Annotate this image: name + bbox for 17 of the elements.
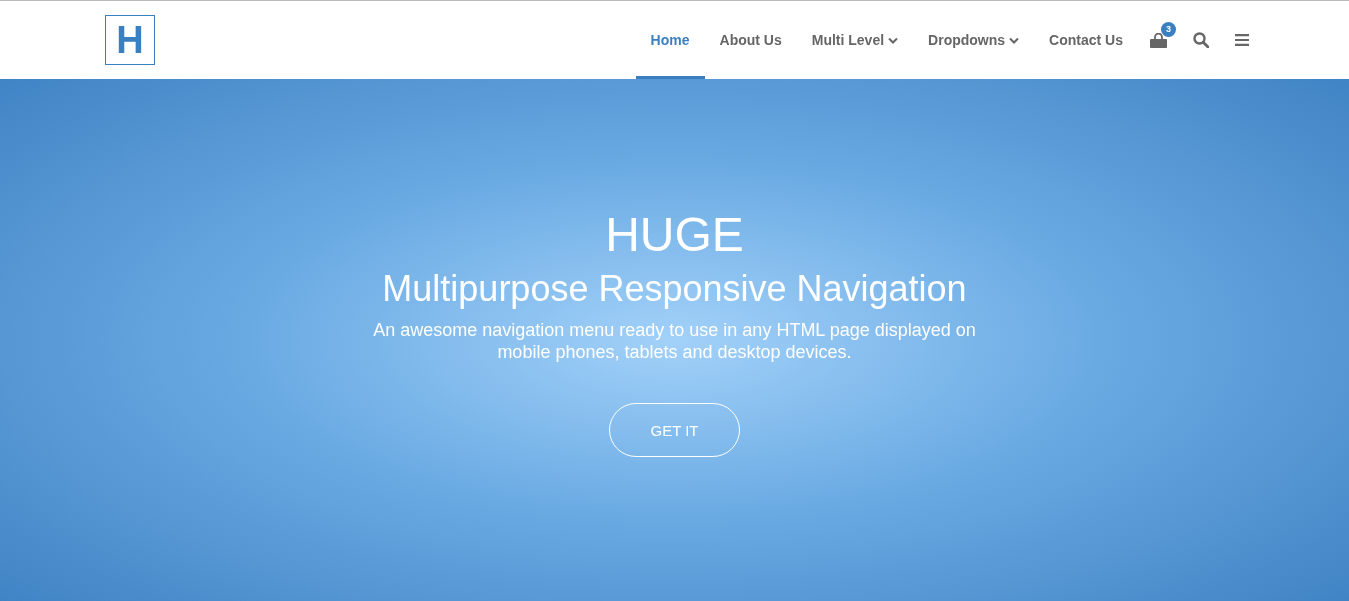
nav-link[interactable]: Contact Us bbox=[1034, 1, 1138, 79]
hero-subtitle: Multipurpose Responsive Navigation bbox=[382, 267, 967, 311]
nav-link[interactable]: Dropdowns bbox=[913, 1, 1035, 79]
search-button[interactable] bbox=[1193, 32, 1209, 48]
shopping-bag-icon bbox=[1150, 32, 1167, 48]
hero-title: HUGE bbox=[605, 207, 744, 263]
menu-icon bbox=[1235, 34, 1249, 46]
caret-icon bbox=[1009, 36, 1020, 44]
cart-count-badge: 3 bbox=[1161, 21, 1176, 37]
search-icon bbox=[1193, 32, 1209, 48]
cart-button[interactable] bbox=[1150, 32, 1167, 48]
menu-button[interactable] bbox=[1235, 34, 1249, 46]
nav-link[interactable]: Multi Level bbox=[796, 1, 914, 79]
caret-icon bbox=[888, 36, 899, 44]
logo[interactable]: H bbox=[105, 15, 155, 65]
nav-link[interactable]: About Us bbox=[704, 1, 797, 79]
hero-description: An awesome navigation menu ready to use in any HTML page displayed on mobile phones, tablets and desktop devices. bbox=[372, 319, 977, 363]
